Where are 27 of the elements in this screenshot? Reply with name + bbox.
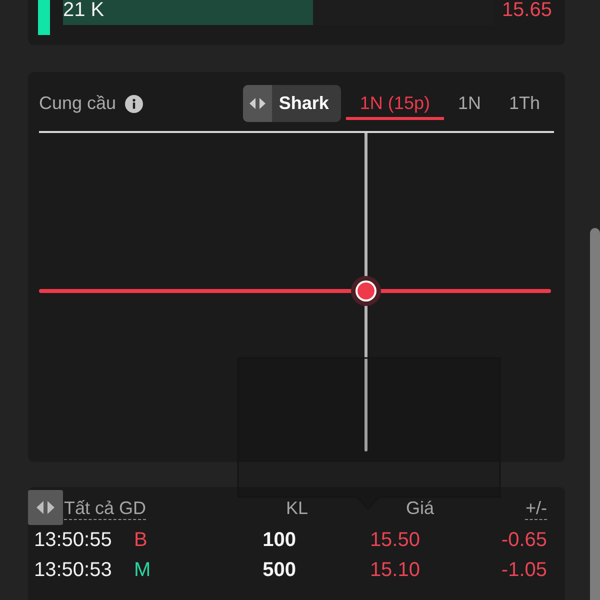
shark-toggle[interactable]: Shark (242, 85, 341, 122)
trade-time: 13:50:53 (34, 559, 113, 581)
trade-time: 13:50:55 (34, 529, 113, 551)
left-right-arrows-icon (242, 85, 272, 122)
column-header[interactable]: Tất cả GD (64, 499, 146, 520)
trade-side: M (134, 559, 152, 581)
column-header[interactable]: Giá (406, 499, 434, 520)
section-title: Cung cầu (39, 93, 116, 114)
period-tab[interactable]: 1N (444, 89, 495, 120)
trade-volume: 100 (262, 529, 296, 551)
column-header[interactable]: +/- (525, 499, 547, 520)
trade-side: B (134, 529, 148, 551)
trade-volume: 500 (262, 559, 296, 581)
column-header[interactable]: KL (286, 499, 308, 520)
info-icon[interactable] (125, 94, 144, 112)
crosshair-marker[interactable] (351, 276, 381, 306)
trade-change: -1.05 (500, 559, 547, 581)
period-tab[interactable]: 1N (15p) (346, 89, 444, 120)
left-right-arrows-icon[interactable] (28, 490, 63, 525)
scrollbar-thumb[interactable] (590, 228, 600, 600)
trade-price: 15.10 (368, 559, 420, 581)
volume-label: 21 K (63, 0, 104, 20)
price-text: 15.65 (502, 0, 552, 20)
period-tab[interactable]: 1Th (494, 89, 554, 120)
trade-change: -0.65 (500, 529, 547, 551)
trade-price: 15.50 (368, 529, 420, 551)
accent-bar (38, 0, 50, 35)
